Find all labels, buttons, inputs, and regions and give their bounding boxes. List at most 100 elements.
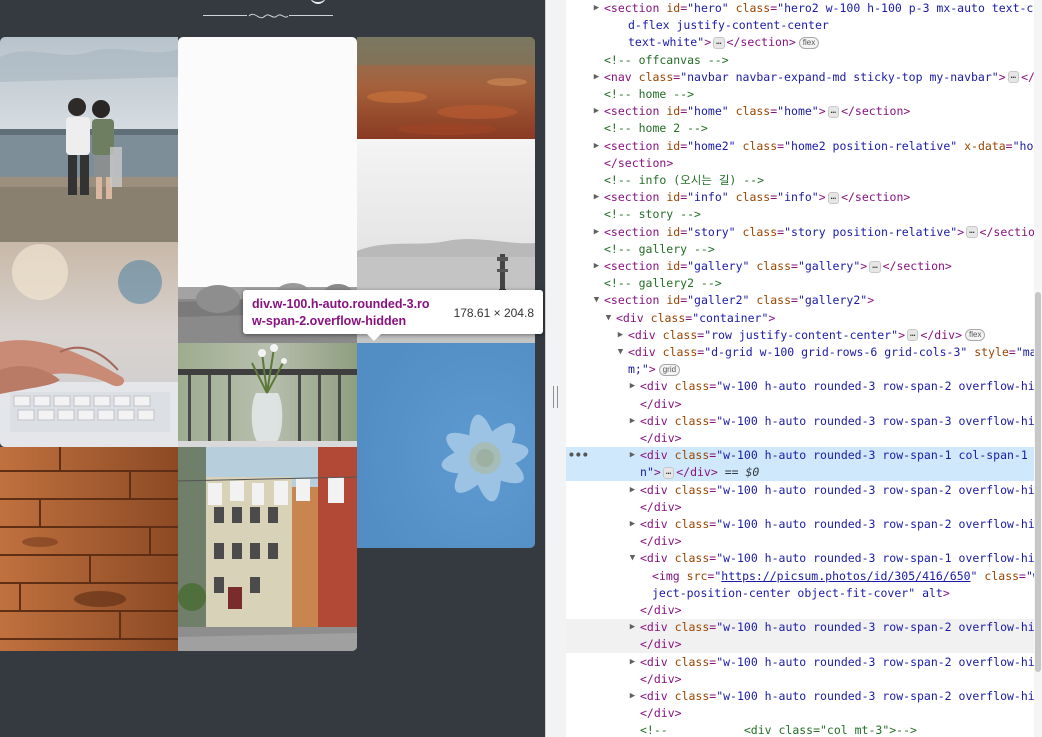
dom-node-markup: <section id="home2" class="home2 positio… — [604, 138, 1042, 153]
dom-node-row[interactable]: </div> — [566, 533, 1042, 550]
dom-node-markup: <div class="row justify-content-center">… — [628, 327, 986, 344]
tooltip-dimensions: 178.61 × 204.8 — [453, 306, 534, 320]
panel-splitter[interactable] — [545, 0, 566, 737]
dom-node-row[interactable]: n">… </div> == $0 — [566, 464, 1042, 482]
dom-node-row[interactable]: ject-position-center object-fit-cover" a… — [566, 585, 1042, 602]
dom-node-row[interactable]: <!-- story --> — [566, 206, 1042, 223]
dom-node-markup: <div class="container"> — [616, 310, 776, 325]
dom-node-markup: </div> — [640, 671, 682, 686]
dom-node-row[interactable]: </div> — [566, 396, 1042, 413]
dom-node-row[interactable]: <!-- <div class="col mt-3">--> — [566, 722, 1042, 737]
layout-badge: flex — [798, 36, 820, 49]
dom-node-row[interactable]: ▼ <div class="w-100 h-auto rounded-3 row-… — [566, 550, 1042, 567]
dom-node-row[interactable]: ▶ <section id="home2" class="home2 positi… — [566, 138, 1042, 155]
collapsed-content-ellipsis: … — [713, 36, 725, 49]
dom-node-row[interactable]: ▶ <div class="w-100 h-auto rounded-3 row-… — [566, 482, 1042, 499]
dom-node-row[interactable]: m;"> grid — [566, 361, 1042, 378]
dom-node-row[interactable]: </section> — [566, 155, 1042, 172]
dom-node-row[interactable]: ▶ <div class="row justify-content-center"… — [566, 327, 1042, 344]
dom-node-row[interactable]: ▶ <section id="story" class="story positi… — [566, 224, 1042, 241]
collapsed-content-ellipsis: … — [966, 226, 978, 239]
expand-triangle-icon[interactable]: ▶ — [628, 688, 637, 705]
scrollbar-thumb[interactable] — [1035, 292, 1041, 672]
dom-node-row[interactable]: <!-- home --> — [566, 86, 1042, 103]
elements-scrollbar[interactable] — [1034, 0, 1042, 737]
dom-node-row[interactable]: </div> — [566, 430, 1042, 447]
dom-node-row[interactable]: ▶ <section id="home" class="home">… </sect… — [566, 103, 1042, 120]
expand-triangle-icon[interactable]: ▶ — [628, 516, 637, 533]
dom-node-row[interactable]: ▼ <div class="container"> — [566, 310, 1042, 327]
expand-triangle-icon[interactable]: ▶ — [592, 138, 601, 155]
wood-planks-photo[interactable] — [0, 447, 178, 651]
dom-node-row[interactable]: ▼ <section id="galler2" class="gallery2"> — [566, 292, 1042, 309]
dom-comment: <!-- gallery --> — [604, 241, 715, 256]
splitter-grip-icon[interactable] — [553, 386, 558, 408]
dom-node-row[interactable]: <!-- gallery --> — [566, 241, 1042, 258]
dom-node-markup: <div class="w-100 h-auto rounded-3 row-s… — [640, 620, 1042, 635]
dom-node-markup: text-white">… </section> flex — [628, 34, 820, 51]
venice-street-photo[interactable] — [178, 447, 357, 651]
dom-node-row[interactable]: d-flex justify-content-center — [566, 17, 1042, 34]
dom-node-row[interactable]: </div> — [566, 705, 1042, 722]
expand-triangle-icon[interactable]: ▶ — [628, 619, 637, 636]
dom-node-row[interactable]: ▶ <div class="w-100 h-auto rounded-3 row-… — [566, 378, 1042, 395]
dom-node-row[interactable]: </div> — [566, 499, 1042, 516]
flower-vase-photo[interactable] — [178, 343, 357, 447]
collapse-triangle-icon[interactable]: ▼ — [592, 292, 601, 309]
dom-node-markup: <div class="w-100 h-auto rounded-3 row-s… — [640, 689, 1042, 703]
dom-node-row[interactable]: ▶ <section id="info" class="info">… </sect… — [566, 189, 1042, 206]
dom-node-row[interactable]: <!-- info (오시는 길) --> — [566, 172, 1042, 189]
dom-node-markup: <div class="w-100 h-auto rounded-3 row-s… — [640, 482, 1042, 497]
expand-triangle-icon[interactable]: ▶ — [592, 0, 601, 17]
collapse-triangle-icon[interactable]: ▼ — [628, 550, 637, 567]
dom-node-row[interactable]: ••• ▶ <div class="w-100 h-auto rounded-3 r… — [566, 447, 1042, 465]
collapsed-content-ellipsis: … — [907, 329, 919, 342]
collapse-triangle-icon[interactable]: ▼ — [604, 310, 613, 327]
dom-node-markup: </section> — [604, 155, 674, 170]
elements-panel[interactable]: ▶ <section id="hero" class="hero2 w-100 h… — [566, 0, 1042, 737]
collapsed-content-ellipsis: … — [827, 191, 840, 204]
dom-node-row[interactable]: </div> — [566, 602, 1042, 619]
dom-node-row[interactable]: ▶ <div class="w-100 h-auto rounded-3 row-… — [566, 688, 1042, 705]
dom-node-markup: n">… </div> == $0 — [640, 465, 760, 480]
typing-hand-photo[interactable] — [0, 242, 178, 447]
expand-triangle-icon[interactable]: ▶ — [628, 654, 637, 671]
dom-node-markup: </div> — [640, 637, 682, 652]
expand-triangle-icon[interactable]: ▶ — [592, 224, 601, 241]
couple-photo[interactable] — [0, 37, 178, 242]
dom-node-row[interactable]: ▶ <div class="w-100 h-auto rounded-3 row-… — [566, 413, 1042, 430]
dom-node-row[interactable]: <img src="https://picsum.photos/id/305/4… — [566, 568, 1042, 585]
dom-node-markup: </div> — [640, 431, 682, 445]
dom-node-row[interactable]: ▶ <nav class="navbar navbar-expand-md sti… — [566, 69, 1042, 86]
expand-triangle-icon[interactable]: ▶ — [628, 482, 637, 499]
dom-node-row[interactable]: <!-- gallery2 --> — [566, 275, 1042, 292]
expand-triangle-icon[interactable]: ▶ — [628, 447, 637, 464]
expand-triangle-icon[interactable]: ▶ — [592, 189, 601, 206]
expand-triangle-icon[interactable]: ▶ — [616, 327, 625, 344]
dom-node-row[interactable]: </div> — [566, 671, 1042, 688]
inspect-tooltip: div.w-100.h-auto.rounded-3.row-span-2.ov… — [243, 290, 543, 334]
dom-comment: <!-- <div class="col mt-3">--> — [640, 723, 917, 737]
tooltip-selector: div.w-100.h-auto.rounded-3.row-span-2.ov… — [252, 297, 430, 328]
dom-node-row[interactable]: ▼ <div class="d-grid w-100 grid-rows-6 gr… — [566, 344, 1042, 361]
dom-node-row[interactable]: text-white">… </section> flex — [566, 34, 1042, 51]
collapse-triangle-icon[interactable]: ▼ — [616, 344, 625, 361]
dom-node-row[interactable]: ▶ <div class="w-100 h-auto rounded-3 row-… — [566, 654, 1042, 671]
dom-node-row[interactable]: ▶ <section id="hero" class="hero2 w-100 h… — [566, 0, 1042, 17]
water-lily-photo[interactable] — [357, 343, 535, 548]
dom-node-markup: m;"> grid — [628, 361, 681, 378]
dom-node-row[interactable]: ▶ <div class="w-100 h-auto rounded-3 row-… — [566, 619, 1042, 637]
expand-triangle-icon[interactable]: ▶ — [592, 103, 601, 120]
dom-node-row[interactable]: <!-- offcanvas --> — [566, 52, 1042, 69]
autumn-leaves-photo[interactable] — [357, 37, 535, 139]
dom-node-row[interactable]: ▶ <div class="w-100 h-auto rounded-3 row-… — [566, 516, 1042, 533]
node-actions-icon[interactable]: ••• — [568, 447, 589, 464]
expand-triangle-icon[interactable]: ▶ — [628, 413, 637, 430]
dom-node-row[interactable]: <!-- home 2 --> — [566, 120, 1042, 137]
expand-triangle-icon[interactable]: ▶ — [592, 258, 601, 275]
dom-comment: <!-- offcanvas --> — [604, 52, 729, 67]
expand-triangle-icon[interactable]: ▶ — [592, 69, 601, 86]
dom-node-row[interactable]: </div> — [566, 636, 1042, 654]
expand-triangle-icon[interactable]: ▶ — [628, 378, 637, 395]
dom-node-row[interactable]: ▶ <section id="gallery" class="gallery">…… — [566, 258, 1042, 275]
